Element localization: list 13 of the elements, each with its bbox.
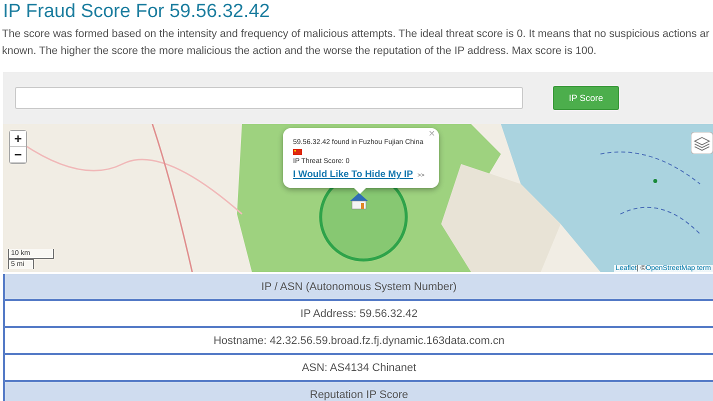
table-header: IP / ASN (Autonomous System Number) xyxy=(5,274,713,301)
description-line: known. The higher the score the more malicious the action and the worse the reputation of the IP address. Max score is 100. xyxy=(2,44,598,59)
house-marker-icon[interactable] xyxy=(349,192,369,210)
table-header: Reputation IP Score xyxy=(5,382,713,401)
ip-score-button[interactable]: IP Score xyxy=(553,86,619,110)
hide-ip-link[interactable]: I Would Like To Hide My IP xyxy=(293,169,413,180)
close-icon[interactable]: × xyxy=(428,129,435,139)
zoom-in-button[interactable]: + xyxy=(10,131,26,147)
layers-icon[interactable] xyxy=(691,132,713,154)
ip-input-field[interactable] xyxy=(15,87,523,109)
page-title: IP Fraud Score For 59.56.32.42 xyxy=(2,0,271,23)
flag-icon xyxy=(293,149,302,155)
description-line: The score was formed based on the intensity and frequency of malicious attempts. The ideal threat score is 0. It means that no suspicious actions ar xyxy=(2,27,710,42)
